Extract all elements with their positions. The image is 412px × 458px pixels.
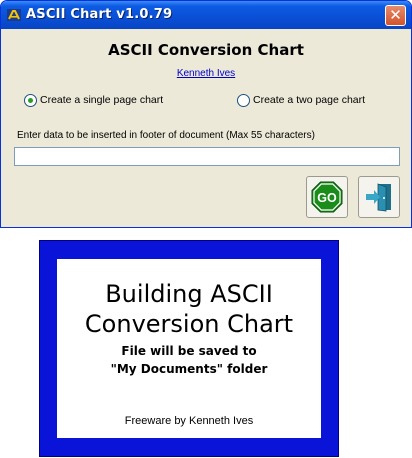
close-icon: ✕ bbox=[389, 6, 402, 24]
splash-title-line-1: Building ASCII bbox=[105, 280, 273, 308]
footer-text-input[interactable] bbox=[14, 147, 400, 166]
title-bar[interactable]: ASCII Chart v1.0.79 ✕ bbox=[1, 1, 411, 29]
footer-field-label: Enter data to be inserted in footer of d… bbox=[17, 130, 315, 141]
two-page-radio-label: Create a two page chart bbox=[253, 94, 366, 106]
author-link[interactable]: Kenneth Ives bbox=[1, 68, 411, 79]
single-page-radio-label: Create a single page chart bbox=[40, 94, 164, 106]
exit-button[interactable] bbox=[358, 176, 400, 218]
progress-splash: Building ASCII Conversion Chart File wil… bbox=[39, 240, 339, 457]
splash-message-line-1: File will be saved to bbox=[121, 344, 257, 358]
splash-credit: Freeware by Kenneth Ives bbox=[124, 415, 254, 427]
splash-panel: Building ASCII Conversion Chart File wil… bbox=[57, 259, 321, 438]
app-icon bbox=[6, 7, 22, 23]
go-button-label: GO bbox=[317, 191, 337, 205]
close-button[interactable]: ✕ bbox=[385, 5, 406, 26]
go-button[interactable]: GO bbox=[306, 176, 348, 218]
single-page-radio[interactable]: Create a single page chart bbox=[24, 94, 184, 108]
exit-door-icon bbox=[366, 183, 391, 212]
window-title: ASCII Chart v1.0.79 bbox=[26, 7, 173, 22]
go-sign-icon: GO bbox=[311, 181, 343, 213]
radio-button-icon bbox=[237, 94, 250, 107]
radio-button-icon bbox=[24, 94, 37, 107]
page-title: ASCII Conversion Chart bbox=[108, 41, 304, 59]
splash-title: Building ASCII Conversion Chart bbox=[57, 279, 321, 339]
splash-message: File will be saved to "My Documents" fol… bbox=[57, 342, 321, 378]
splash-message-line-2: "My Documents" folder bbox=[110, 362, 268, 376]
splash-title-line-2: Conversion Chart bbox=[84, 310, 294, 338]
ascii-chart-window: ASCII Chart v1.0.79 ✕ ASCII Conversion C… bbox=[0, 0, 412, 228]
two-page-radio[interactable]: Create a two page chart bbox=[237, 94, 387, 108]
